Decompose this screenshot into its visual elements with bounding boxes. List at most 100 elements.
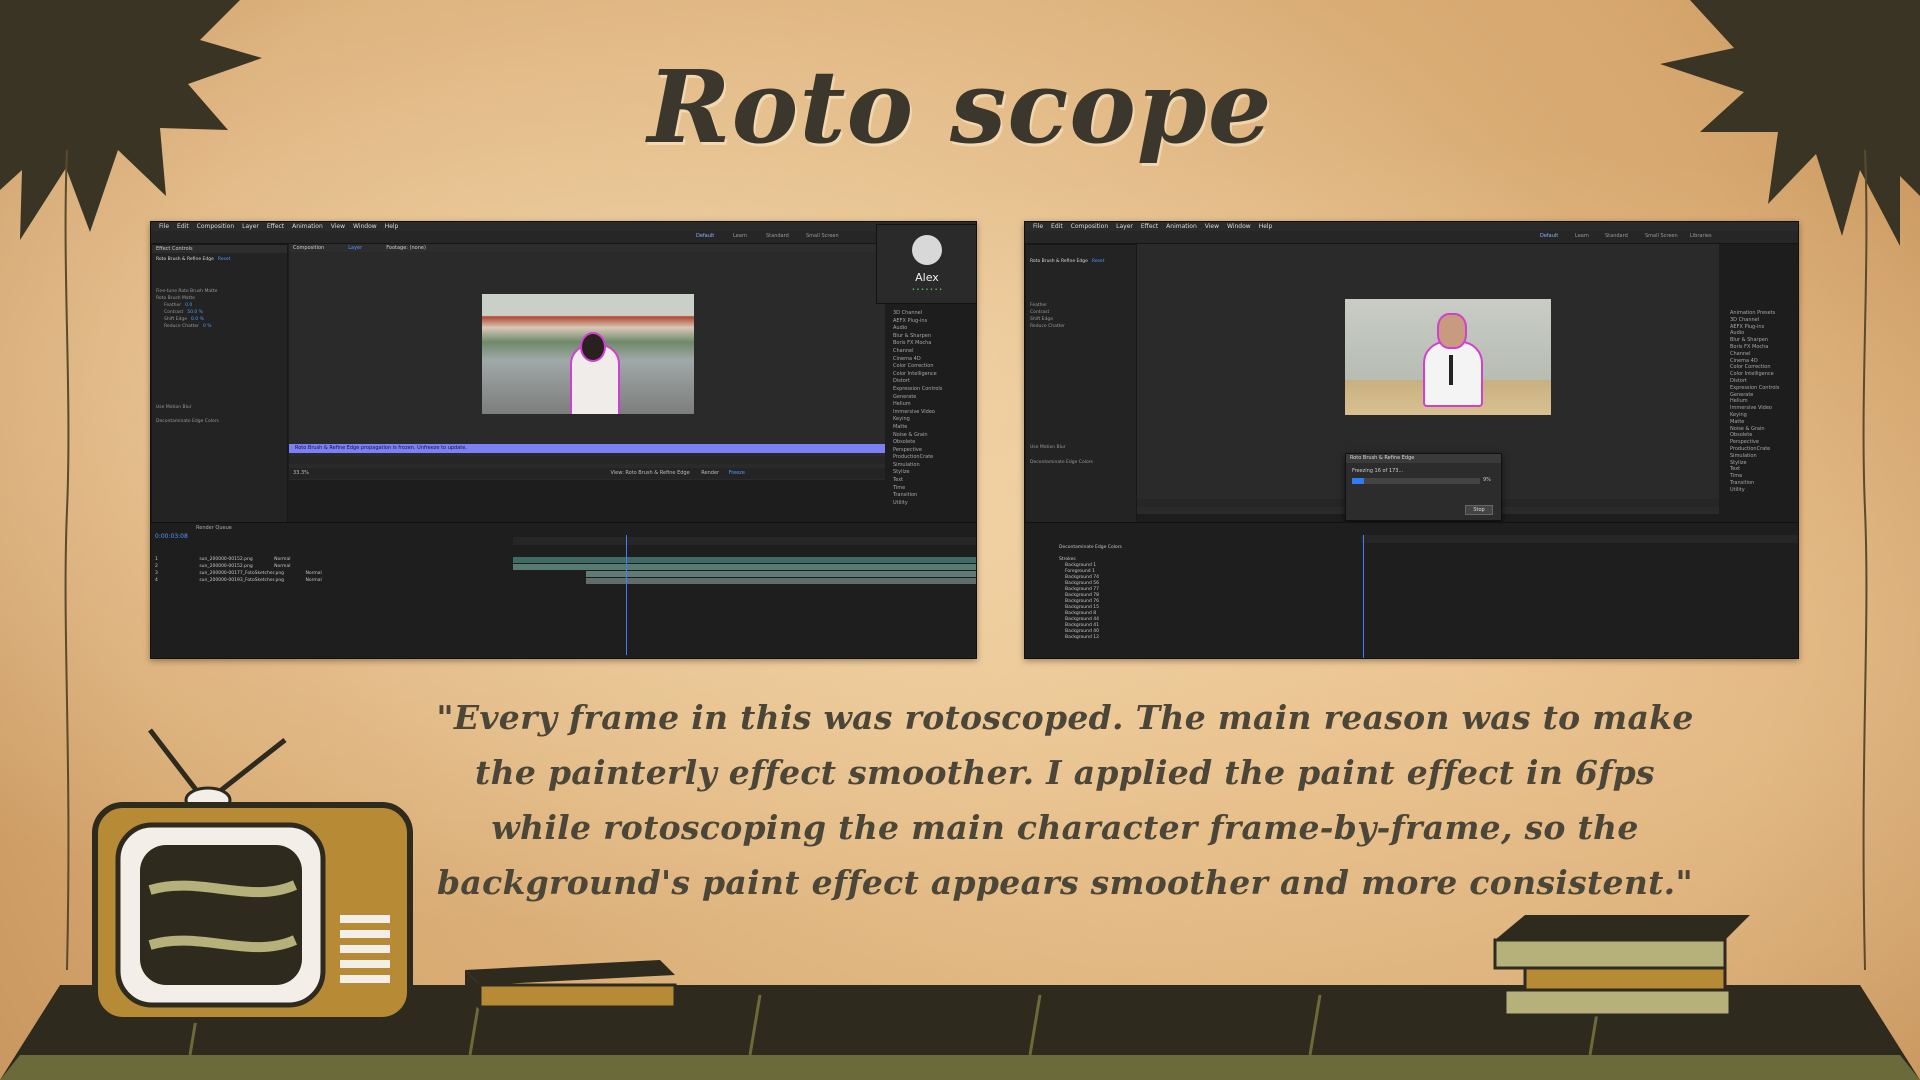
menu-item[interactable]: Edit (177, 222, 189, 231)
list-item[interactable]: Generate (893, 394, 942, 402)
menu-item[interactable]: Animation (1166, 222, 1197, 231)
list-item[interactable]: Stylize (893, 469, 942, 477)
list-item[interactable]: Keying (893, 416, 942, 424)
workspace-libraries[interactable]: Libraries (1690, 233, 1712, 239)
layer-row[interactable]: 4 sun_200000-00193_FotoSketcher.png Norm… (155, 578, 322, 583)
current-time-indicator[interactable] (626, 535, 627, 655)
tab-footage[interactable]: Footage: (none) (386, 244, 426, 252)
list-item[interactable]: Time (893, 485, 942, 493)
layer-row[interactable]: Background 78 (1065, 593, 1099, 598)
menu-item[interactable]: Window (353, 222, 377, 231)
list-item[interactable]: Noise & Grain (1730, 426, 1779, 433)
list-item[interactable]: Animation Presets (1730, 310, 1779, 317)
list-item[interactable]: Time (1730, 473, 1779, 480)
stop-button[interactable]: Stop (1465, 505, 1493, 515)
workspace-standard[interactable]: Standard (1605, 233, 1628, 239)
workspace-learn[interactable]: Learn (733, 233, 747, 239)
layer-row[interactable]: Background 56 (1065, 581, 1099, 586)
workspace-standard[interactable]: Standard (766, 233, 789, 239)
layer-row[interactable]: Foreground 1 (1065, 569, 1095, 574)
layer-track[interactable] (513, 557, 976, 563)
timecode[interactable]: 0:00:03:08 (155, 533, 188, 540)
layer-row[interactable]: Background 12 (1065, 635, 1099, 640)
list-item[interactable]: Obsolete (893, 439, 942, 447)
list-item[interactable]: AEFX Plug-ins (1730, 324, 1779, 331)
menu-item[interactable]: Window (1227, 222, 1251, 231)
menu-item[interactable]: File (159, 222, 169, 231)
layer-row[interactable]: Strokes (1059, 557, 1076, 562)
layer-row[interactable]: Background 74 (1065, 575, 1099, 580)
list-item[interactable]: Color Intelligence (893, 371, 942, 379)
list-item[interactable]: ProductionCrate (893, 454, 942, 462)
view-select[interactable]: Roto Brush & Refine Edge (625, 470, 689, 476)
layer-row[interactable]: Background 1 (1065, 563, 1096, 568)
list-item[interactable]: Matte (1730, 419, 1779, 426)
layer-row[interactable]: Background 76 (1065, 599, 1099, 604)
tab-layer[interactable]: Layer (348, 244, 362, 252)
list-item[interactable]: Simulation (893, 462, 942, 470)
list-item[interactable]: Audio (1730, 330, 1779, 337)
layer-row[interactable]: Background 40 (1065, 629, 1099, 634)
list-item[interactable]: Color Correction (893, 363, 942, 371)
tab-render-queue[interactable]: Render Queue (196, 525, 232, 531)
menu-item[interactable]: View (331, 222, 345, 231)
list-item[interactable]: Matte (893, 424, 942, 432)
menu-item[interactable]: Help (385, 222, 399, 231)
workspace-default[interactable]: Default (1540, 233, 1558, 239)
layer-row[interactable]: 2 sun_200000-00152.png Normal (155, 564, 290, 569)
list-item[interactable]: Boris FX Mocha (893, 340, 942, 348)
workspace-learn[interactable]: Learn (1575, 233, 1589, 239)
layer-row[interactable]: Background 77 (1065, 587, 1099, 592)
tab-effect-controls[interactable]: Effect Controls (152, 245, 287, 253)
list-item[interactable]: Simulation (1730, 453, 1779, 460)
list-item[interactable]: Immersive Video (1730, 405, 1779, 412)
menu-item[interactable]: Layer (1116, 222, 1133, 231)
list-item[interactable]: Text (1730, 466, 1779, 473)
list-item[interactable]: AEFX Plug-ins (893, 318, 942, 326)
timeline-ruler[interactable] (1361, 535, 1798, 543)
list-item[interactable]: Channel (893, 348, 942, 356)
list-item[interactable]: Helium (893, 401, 942, 409)
layer-track[interactable] (513, 564, 976, 570)
menu-item[interactable]: Edit (1051, 222, 1063, 231)
workspace-default[interactable]: Default (696, 233, 714, 239)
list-item[interactable]: Utility (1730, 487, 1779, 494)
zoom-value[interactable]: 33.3% (293, 470, 309, 476)
menu-item[interactable]: Effect (1141, 222, 1158, 231)
list-item[interactable]: Color Correction (1730, 364, 1779, 371)
layer-row[interactable]: 1 sun_200000-00152.png Normal (155, 557, 290, 562)
list-item[interactable]: Cinema 4D (1730, 358, 1779, 365)
layer-row[interactable]: Decontaminate Edge Colors (1059, 545, 1122, 550)
list-item[interactable]: Expression Controls (1730, 385, 1779, 392)
layer-row[interactable]: Background 44 (1065, 617, 1099, 622)
list-item[interactable]: Expression Controls (893, 386, 942, 394)
layer-track[interactable] (586, 578, 976, 584)
list-item[interactable]: ProductionCrate (1730, 446, 1779, 453)
list-item[interactable]: Generate (1730, 392, 1779, 399)
layer-row[interactable]: Background 41 (1065, 623, 1099, 628)
list-item[interactable]: Immersive Video (893, 409, 942, 417)
tab-composition[interactable]: Composition (293, 244, 324, 252)
menu-item[interactable]: Composition (1071, 222, 1108, 231)
workspace-small-screen[interactable]: Small Screen (806, 233, 839, 239)
menu-item[interactable]: View (1205, 222, 1219, 231)
list-item[interactable]: Obsolete (1730, 432, 1779, 439)
list-item[interactable]: Helium (1730, 398, 1779, 405)
list-item[interactable]: Perspective (1730, 439, 1779, 446)
list-item[interactable]: Noise & Grain (893, 432, 942, 440)
timeline-ruler[interactable] (513, 537, 976, 545)
list-item[interactable]: Perspective (893, 447, 942, 455)
list-item[interactable]: 3D Channel (893, 310, 942, 318)
menu-item[interactable]: File (1033, 222, 1043, 231)
layer-row[interactable]: 3 sun_200000-00177_FotoSketcher.png Norm… (155, 571, 322, 576)
list-item[interactable]: Distort (1730, 378, 1779, 385)
list-item[interactable]: Text (893, 477, 942, 485)
menu-item[interactable]: Layer (242, 222, 259, 231)
current-time-indicator[interactable] (1363, 535, 1364, 658)
list-item[interactable]: Blur & Sharpen (1730, 337, 1779, 344)
layer-track[interactable] (586, 571, 976, 577)
menu-item[interactable]: Composition (197, 222, 234, 231)
list-item[interactable]: Blur & Sharpen (893, 333, 942, 341)
render-checkbox[interactable]: Render (701, 470, 719, 476)
menu-item[interactable]: Help (1259, 222, 1273, 231)
